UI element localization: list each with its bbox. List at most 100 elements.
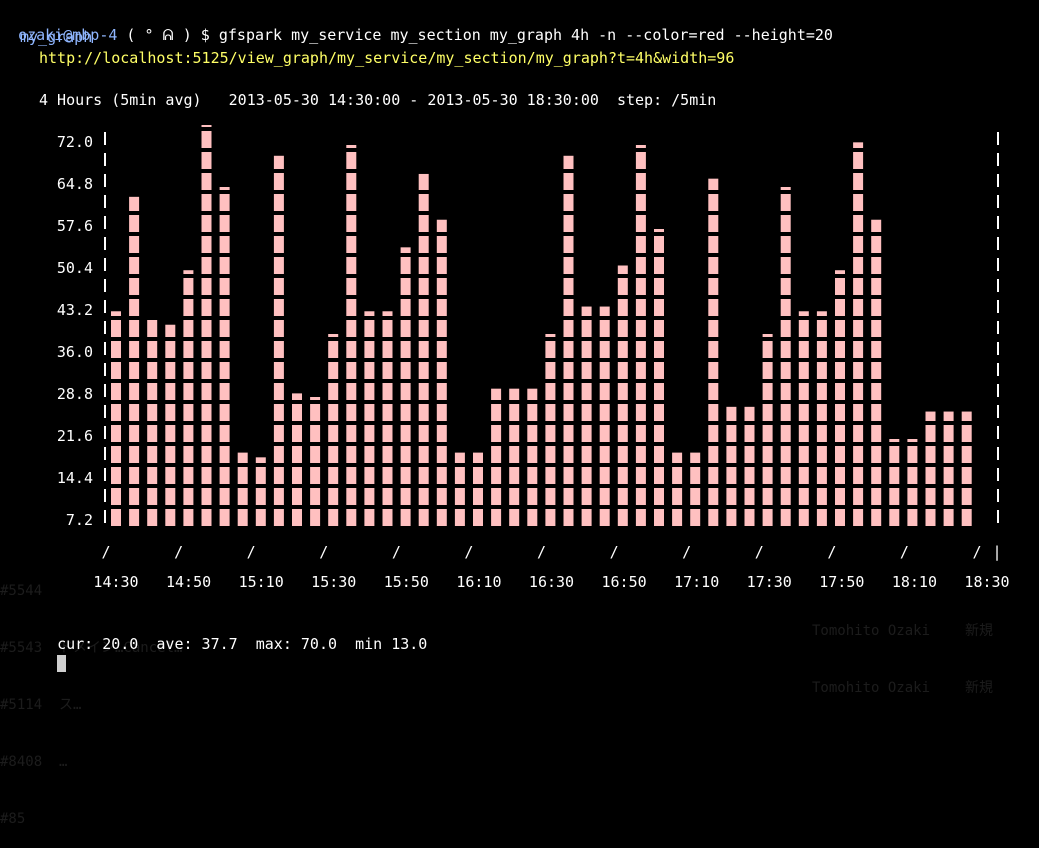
bar-cell xyxy=(183,270,194,274)
bar-cell xyxy=(165,362,176,379)
bar-cell xyxy=(509,446,520,463)
bar-cell xyxy=(563,236,574,253)
bar-cell xyxy=(364,341,375,358)
bar-cell xyxy=(527,425,538,442)
right-axis-mark xyxy=(997,195,999,208)
y-axis-mark xyxy=(104,195,106,208)
bar xyxy=(762,334,773,526)
bar-cell xyxy=(201,278,212,295)
bar-cell xyxy=(364,311,375,316)
bar-cell xyxy=(509,388,520,400)
bar xyxy=(219,187,230,526)
bar-cell xyxy=(690,509,701,526)
bar-cell xyxy=(454,452,465,463)
bar-cell xyxy=(708,488,719,505)
bar-cell xyxy=(599,341,610,358)
bar-cell xyxy=(454,467,465,484)
bar xyxy=(111,311,121,526)
bar-cell xyxy=(654,509,664,526)
bar xyxy=(273,155,284,526)
graph-url[interactable]: http://localhost:5125/view_graph/my_serv… xyxy=(39,48,734,68)
terminal-cursor xyxy=(57,655,67,672)
right-axis-mark xyxy=(997,279,999,292)
bar-cell xyxy=(925,411,936,421)
bar-cell xyxy=(219,362,230,379)
bar-cell xyxy=(473,452,483,463)
bar xyxy=(418,173,429,526)
bar-cell xyxy=(346,257,357,274)
bar-cell xyxy=(563,425,574,442)
bar-cell xyxy=(635,509,646,526)
bar-cell xyxy=(708,299,719,316)
bar-cell xyxy=(129,196,140,211)
bar-cell xyxy=(835,488,845,505)
bar-cell xyxy=(545,341,556,358)
bar-cell xyxy=(491,404,502,421)
bar-cell xyxy=(129,383,140,400)
bar-cell xyxy=(183,278,194,295)
bar-cell xyxy=(201,131,212,148)
bar-cell xyxy=(418,173,429,190)
bar-cell xyxy=(690,467,701,484)
bar-cell xyxy=(292,509,302,526)
x-tick-label: 14:30 xyxy=(93,573,138,591)
bar-cell xyxy=(816,311,827,316)
bar-cell xyxy=(563,488,574,505)
bar-cell xyxy=(418,215,429,232)
bar-cell xyxy=(635,467,646,484)
bar-cell xyxy=(346,215,357,232)
bar-cell xyxy=(328,488,339,505)
bar-cell xyxy=(617,383,628,400)
bar xyxy=(165,324,176,526)
bar-cell xyxy=(744,406,755,421)
bar-cell xyxy=(545,383,556,400)
bar-cell xyxy=(563,509,574,526)
bar-cell xyxy=(255,457,266,463)
x-tick-label: 15:10 xyxy=(239,573,284,591)
bar-cell xyxy=(798,509,809,526)
bar-cell xyxy=(201,341,212,358)
y-axis-mark xyxy=(104,384,106,397)
bar-cell xyxy=(255,488,266,505)
bar-cell xyxy=(816,488,827,505)
bar xyxy=(672,452,683,526)
bar-cell xyxy=(219,320,230,337)
command-line: ozaki@mbp-4 ( ° ᕱ ) $ gfspark my_service… xyxy=(0,5,833,45)
bar-cell xyxy=(436,362,447,379)
bar-cell xyxy=(509,425,520,442)
bar-cell xyxy=(111,467,121,484)
bar-cell xyxy=(418,467,429,484)
bar-cell xyxy=(780,362,791,379)
bar-cell xyxy=(835,270,845,274)
bar-cell xyxy=(690,488,701,505)
bar-cell xyxy=(328,446,339,463)
bar-cell xyxy=(762,362,773,379)
bar-cell xyxy=(654,404,664,421)
bar-cell xyxy=(617,265,628,274)
bar-cell xyxy=(563,341,574,358)
bar-cell xyxy=(835,467,845,484)
x-tick-mark: / xyxy=(610,543,619,561)
bar-cell xyxy=(527,467,538,484)
bar-cell xyxy=(617,425,628,442)
bar-cell xyxy=(418,257,429,274)
bar-cell xyxy=(147,320,158,337)
bar-cell xyxy=(907,509,918,526)
bar-cell xyxy=(563,362,574,379)
bar-cell xyxy=(346,509,357,526)
bar-cell xyxy=(111,425,121,442)
bar-cell xyxy=(762,334,773,337)
bar-cell xyxy=(726,425,737,442)
bar-cell xyxy=(491,488,502,505)
bar xyxy=(599,306,610,526)
bar-cell xyxy=(509,488,520,505)
y-axis-mark xyxy=(104,342,106,355)
bar xyxy=(581,306,592,526)
bar-cell xyxy=(509,509,520,526)
bar-cell xyxy=(201,488,212,505)
bar-cell xyxy=(708,509,719,526)
right-axis-mark xyxy=(997,321,999,334)
bar-cell xyxy=(563,215,574,232)
bar-cell xyxy=(889,488,900,505)
bar-cell xyxy=(273,341,284,358)
